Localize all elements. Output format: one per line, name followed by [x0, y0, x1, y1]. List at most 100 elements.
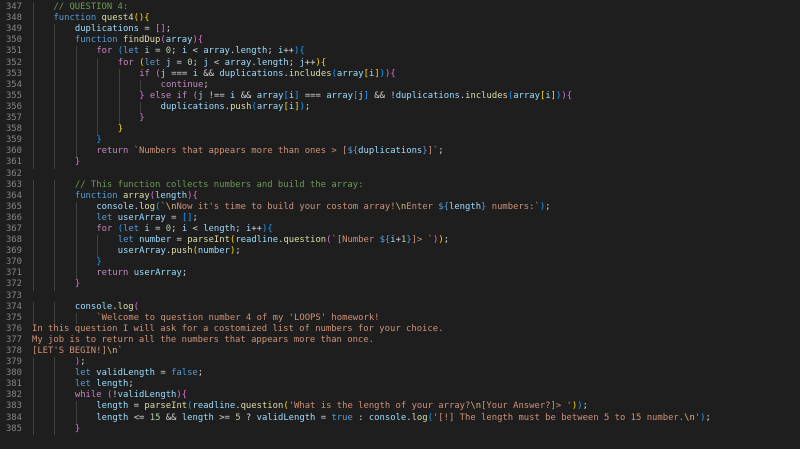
code-line[interactable]: 364 function array(length){ — [0, 190, 800, 202]
code-token: ++ — [283, 46, 295, 57]
code-text: ); — [75, 357, 86, 368]
code-line[interactable]: 368 let number = parseInt(readline.questi… — [0, 235, 800, 247]
indent-guide — [97, 235, 99, 247]
indent-guide — [75, 201, 77, 213]
code-line[interactable]: 348 function quest4(){ — [0, 13, 800, 25]
code-token: length — [96, 379, 129, 390]
code-token: else if — [149, 90, 188, 101]
code-token: ; — [165, 24, 172, 35]
code-line[interactable]: 372} — [0, 279, 800, 291]
code-line[interactable]: 374 console.log( — [0, 301, 800, 313]
code-line[interactable]: 350 function findDup(array){ — [0, 35, 800, 47]
indent-guide — [33, 113, 34, 125]
code-token: for — [117, 57, 134, 68]
line-number: 380 — [5, 368, 22, 379]
indent-guide — [54, 301, 56, 313]
code-token: while — [74, 390, 102, 401]
line-number: 384 — [5, 412, 22, 423]
code-line[interactable]: 358} — [0, 124, 800, 136]
code-editor[interactable]: 346347// QUESTION 4:348function quest4()… — [0, 0, 800, 449]
code-line[interactable]: 366 let userArray = []; — [0, 212, 800, 224]
code-line[interactable]: 378 [LET'S BEGIN!]\n` — [0, 346, 800, 357]
code-line[interactable]: 361} — [0, 157, 800, 169]
code-token: } — [139, 113, 145, 124]
code-token: } — [74, 423, 81, 434]
code-line[interactable]: 375 `Welcome to question number 4 of my '… — [0, 312, 800, 324]
code-text: } else if (j !== i && array[i] === array… — [139, 91, 572, 102]
indent-guide — [54, 124, 56, 136]
code-line[interactable]: 363 // This function collects numbers and… — [0, 179, 800, 191]
indent-guide — [75, 57, 77, 69]
code-line[interactable]: 377 My job is to return all the numbers t… — [0, 335, 800, 346]
code-text: return `Numbers that appears more than o… — [96, 146, 443, 157]
code-line[interactable]: 369 userArray.push(number); — [0, 246, 800, 258]
indent-guide — [97, 68, 99, 80]
code-token: function — [74, 190, 118, 201]
code-text: while (!validLength){ — [75, 390, 187, 401]
line-number: 365 — [5, 201, 22, 212]
line-number: 347 — [5, 2, 22, 13]
code-token: // This function collects numbers and bu… — [74, 179, 364, 190]
code-line[interactable]: 356 duplications.push(array[i]); — [0, 101, 800, 114]
code-line[interactable]: 367 for (let i = 0; i < length; i++){ — [0, 223, 800, 236]
code-line[interactable]: 357} — [0, 113, 800, 125]
code-line[interactable]: 373 — [0, 291, 800, 302]
code-line[interactable]: 362 — [0, 169, 800, 180]
line-number: 385 — [5, 423, 22, 434]
code-token: \n — [106, 346, 118, 356]
code-text: } — [75, 424, 80, 435]
code-line[interactable]: 349 duplications = []; — [0, 24, 800, 36]
code-line[interactable]: 371 return userArray; — [0, 268, 800, 280]
code-token: log — [411, 412, 428, 423]
code-token: ( — [133, 301, 139, 312]
code-line[interactable]: 355} else if (j !== i && array[i] === ar… — [0, 90, 800, 102]
code-line[interactable]: 384 length <= 15 && length >= 5 ? validLe… — [0, 412, 800, 424]
code-text: // QUESTION 4: — [53, 2, 128, 13]
indent-guide — [54, 24, 56, 36]
code-text: } — [139, 113, 144, 124]
indent-guide — [54, 46, 56, 58]
code-token: { — [390, 68, 396, 79]
code-line[interactable]: 370} — [0, 257, 800, 269]
code-line[interactable]: 383 length = parseInt(readline.question('… — [0, 401, 800, 413]
code-line[interactable]: 380 let validLength = false; — [0, 368, 800, 380]
code-token: array — [256, 101, 284, 112]
code-token: && — [197, 68, 220, 79]
code-line[interactable]: 352 for (let j = 0; j < array.length; j++… — [0, 57, 800, 69]
code-token: { — [197, 35, 204, 46]
code-line[interactable]: 351 for (let i = 0; i < array.length; i++… — [0, 46, 800, 58]
indent-guide — [33, 423, 34, 435]
code-text: return userArray; — [96, 268, 187, 279]
code-line[interactable]: 365 console.log(`\nNow it's time to build… — [0, 201, 800, 213]
code-line[interactable]: 376 In this question I will ask for a cos… — [0, 324, 800, 335]
code-line[interactable]: 382 while (!validLength){ — [0, 390, 800, 402]
code-token: = — [315, 412, 332, 423]
code-token: ; — [192, 212, 198, 223]
code-token: length — [181, 412, 214, 423]
indent-guide — [54, 357, 56, 369]
indent-guide — [75, 246, 77, 258]
code-token: { — [566, 90, 573, 101]
code-line[interactable]: 360 return `Numbers that appears more tha… — [0, 146, 800, 158]
indent-guide — [75, 146, 77, 158]
code-line[interactable]: 359} — [0, 135, 800, 147]
indent-guide — [75, 235, 77, 247]
code-line[interactable]: 385} — [0, 423, 800, 435]
code-token: ; — [235, 223, 246, 234]
code-token: ; — [171, 223, 182, 234]
indent-guide — [54, 379, 56, 391]
indent-guide — [33, 157, 34, 169]
code-line[interactable]: 353 if (j === i && duplications.includes(… — [0, 68, 800, 80]
code-text: } — [96, 135, 101, 146]
code-line[interactable]: 347 // QUESTION 4: — [0, 2, 800, 14]
code-token: userArray — [117, 246, 166, 257]
code-token: log — [139, 201, 156, 212]
code-token: push — [230, 101, 252, 112]
code-line[interactable]: 379); — [0, 357, 800, 369]
indent-guide — [97, 246, 99, 258]
indent-guide — [33, 257, 34, 269]
code-line[interactable]: 381 let length; — [0, 379, 800, 391]
indent-guide — [118, 90, 120, 102]
code-token: = — [165, 212, 182, 223]
code-line[interactable]: 354 continue; — [0, 79, 800, 91]
